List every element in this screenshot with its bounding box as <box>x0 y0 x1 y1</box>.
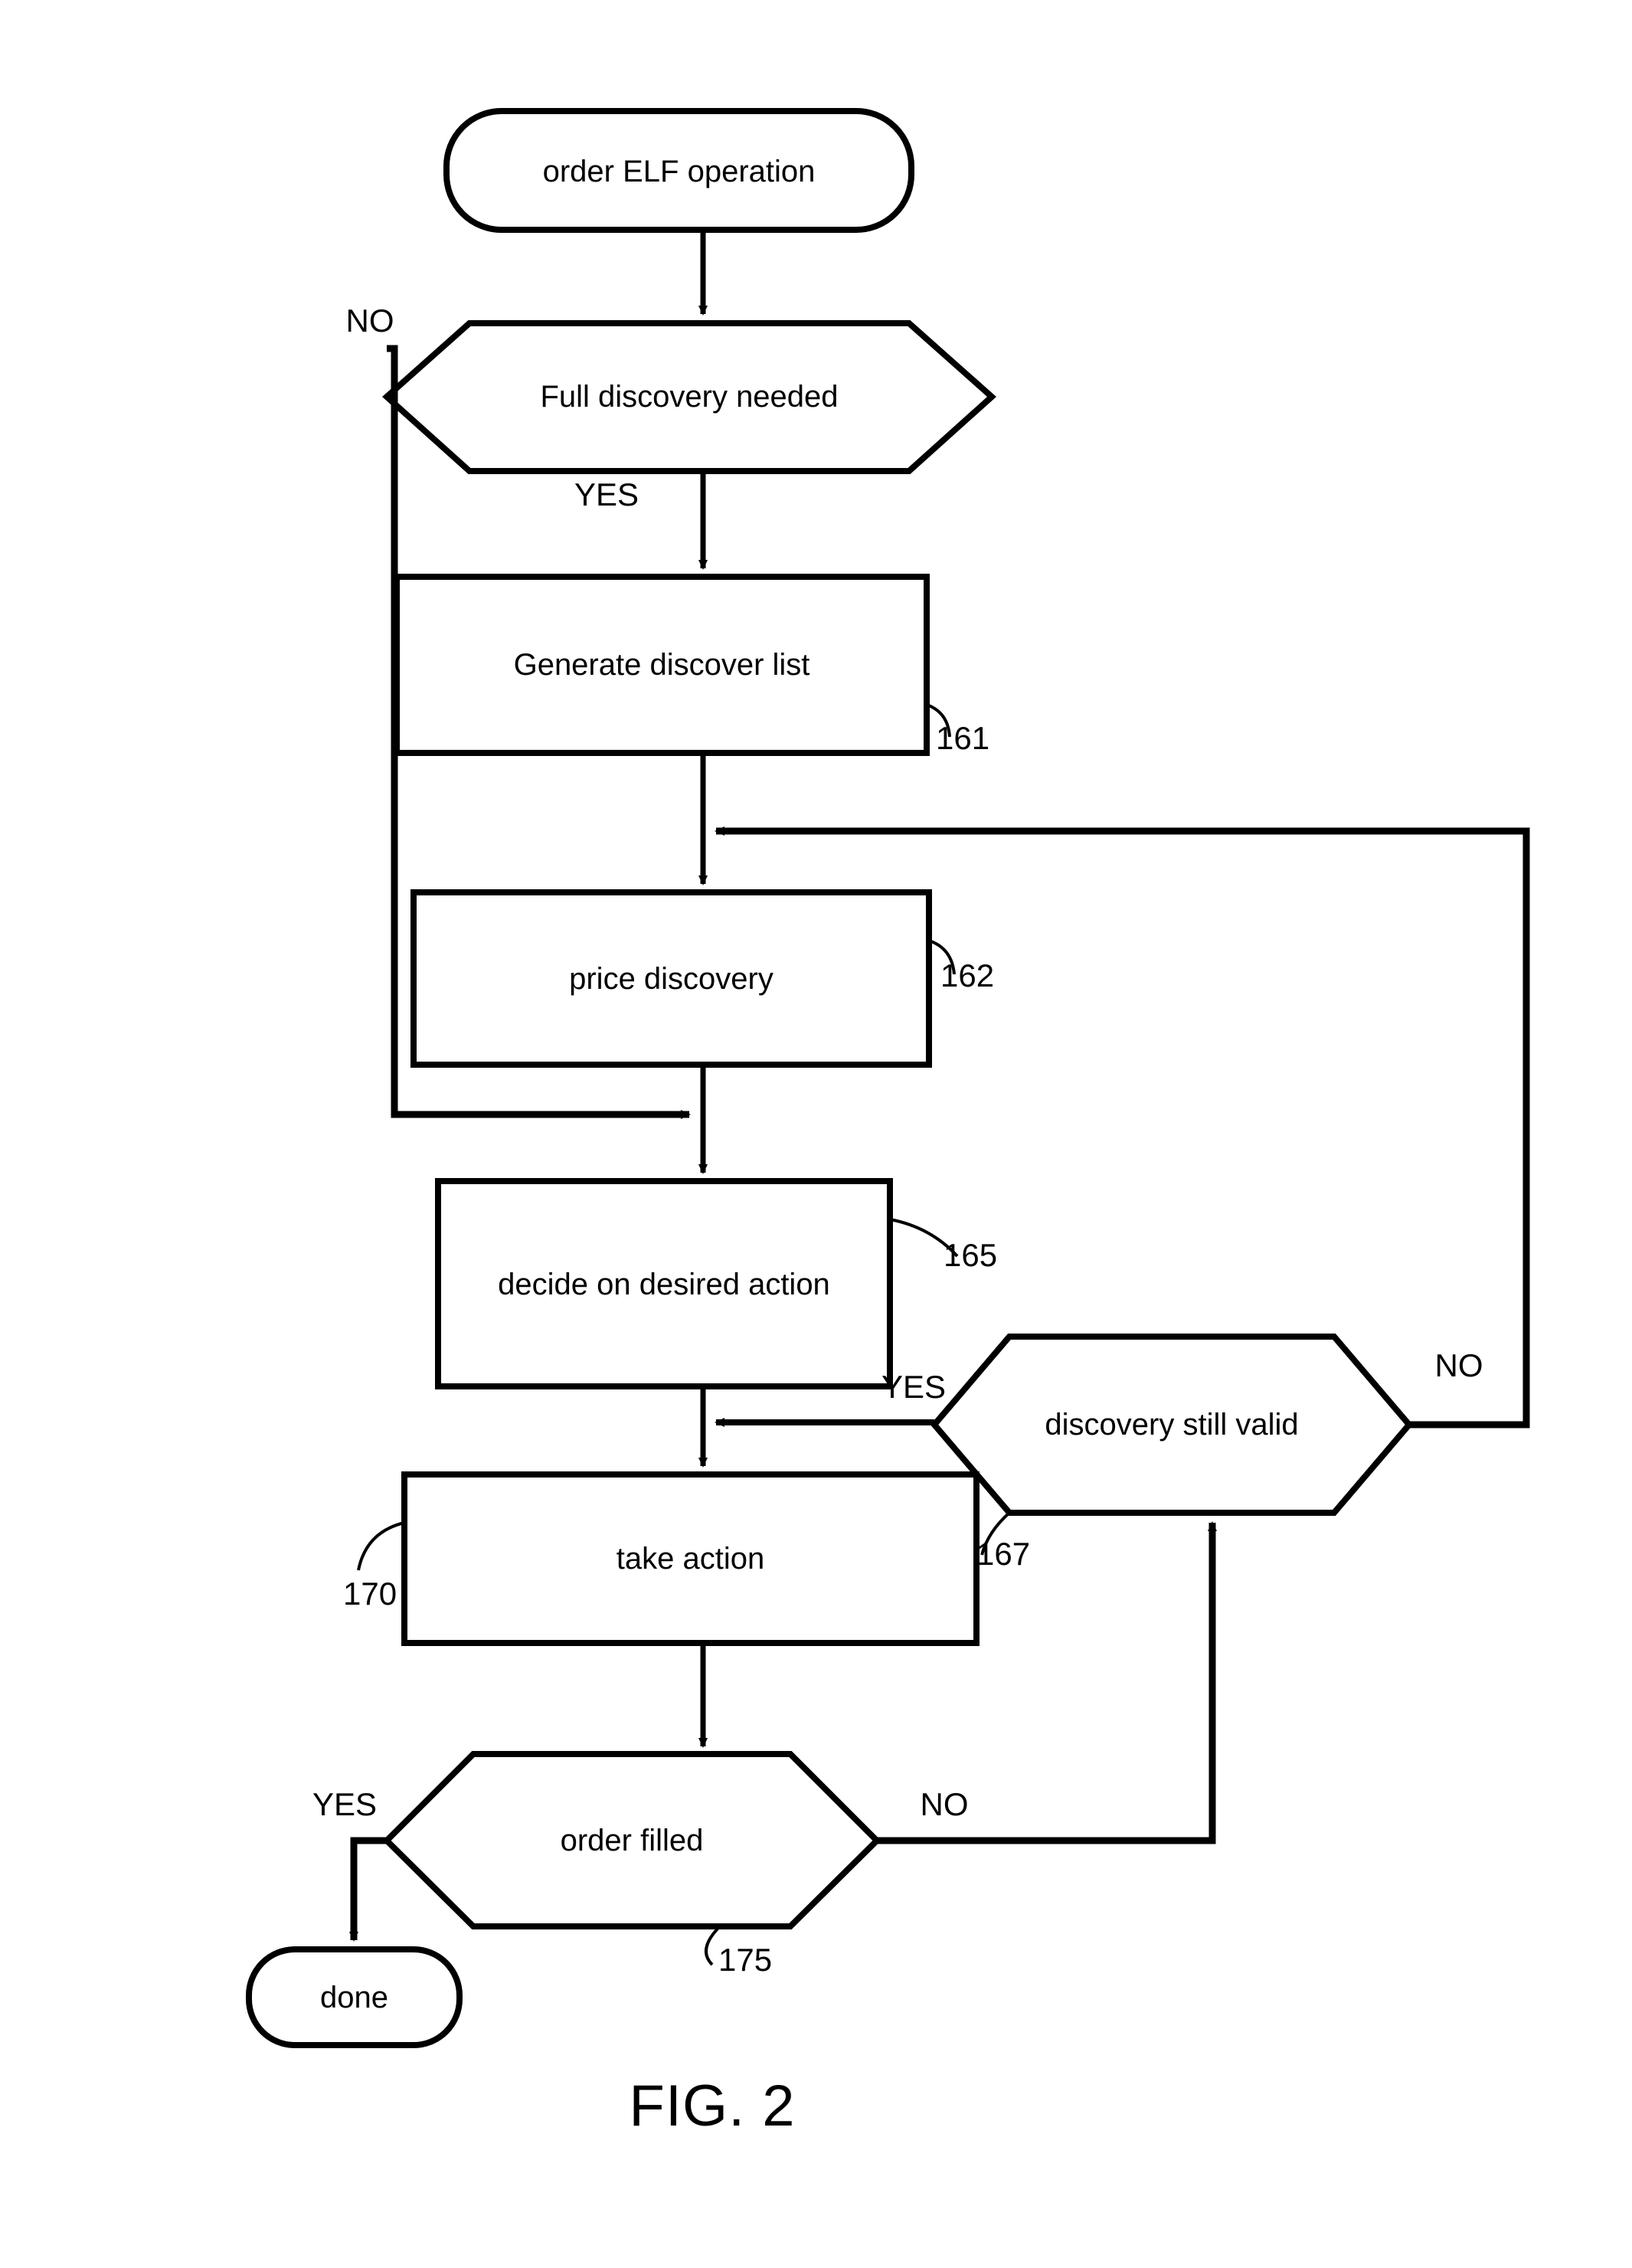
ref-numeral-165: 165 <box>944 1237 998 1273</box>
figure-caption: FIG. 2 <box>629 2073 796 2139</box>
edge-order-filled-yes-to-done <box>349 1837 387 1942</box>
node-label-done: done <box>320 1981 388 2014</box>
node-label-discovery-valid: discovery still valid <box>1045 1408 1299 1442</box>
edge-label-discovery-valid-yes: YES <box>881 1369 947 1405</box>
node-label-full-discovery: Full discovery needed <box>540 380 839 414</box>
node-label-price-discovery: price discovery <box>569 962 773 996</box>
ref-numeral-170: 170 <box>343 1576 397 1612</box>
node-label-generate-list: Generate discover list <box>513 648 810 682</box>
figure-page: order ELF operation Full discovery neede… <box>0 0 1632 2268</box>
ref-numeral-175: 175 <box>718 1942 773 1978</box>
edge-label-discovery-valid-no: NO <box>1434 1347 1483 1383</box>
edge-label-full-discovery-no: NO <box>345 303 394 339</box>
node-label-start: order ELF operation <box>542 155 816 188</box>
edge-label-order-filled-yes: YES <box>312 1786 378 1822</box>
flowchart-canvas <box>246 108 1530 2048</box>
node-label-decide-action: decide on desired action <box>498 1268 830 1301</box>
edge-label-order-filled-no: NO <box>920 1786 969 1822</box>
node-label-take-action: take action <box>616 1542 765 1576</box>
ref-numeral-167: 167 <box>976 1536 1031 1572</box>
edge-label-full-discovery-yes: YES <box>574 476 639 512</box>
node-label-order-filled: order filled <box>560 1824 704 1857</box>
ref-numeral-162: 162 <box>940 957 995 993</box>
ref-numeral-161: 161 <box>936 720 990 756</box>
